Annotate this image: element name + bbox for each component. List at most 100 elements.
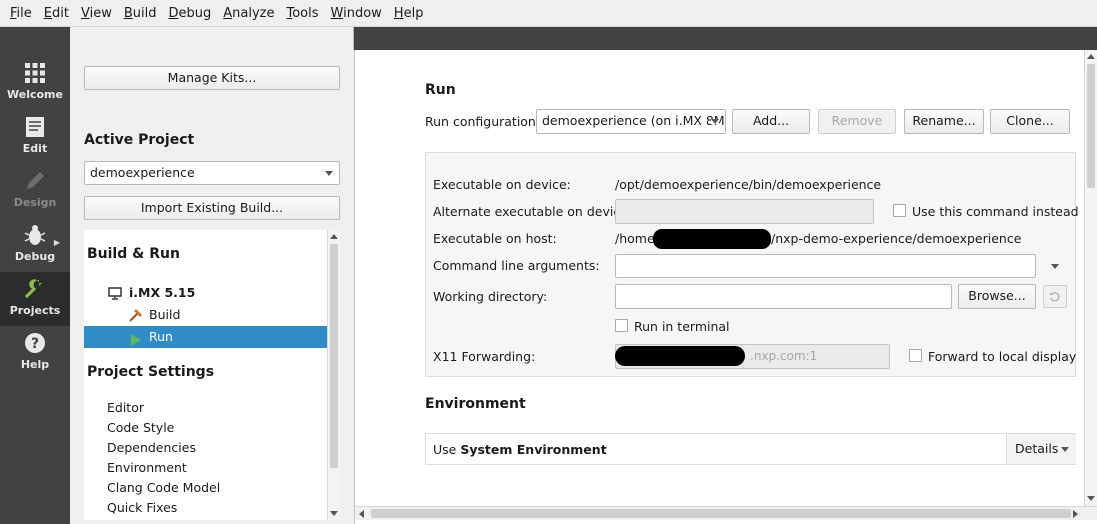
mode-projects[interactable]: Projects — [0, 272, 70, 326]
scroll-down-icon[interactable] — [1087, 496, 1095, 501]
settings-item-label: Clang Code Model — [107, 480, 221, 495]
menu-label-rest: ools — [292, 5, 319, 21]
mode-edit[interactable]: Edit — [0, 110, 70, 164]
manage-kits-button[interactable]: Manage Kits... — [84, 66, 340, 90]
svg-text:?: ? — [31, 336, 39, 352]
menu-view[interactable]: View — [75, 6, 118, 21]
scrollbar-thumb[interactable] — [330, 244, 338, 468]
browse-button[interactable]: Browse... — [958, 284, 1036, 309]
menu-tools[interactable]: Tools — [280, 6, 324, 21]
build-item-label: Build — [149, 307, 181, 322]
run-item-label: Run — [149, 329, 173, 344]
rename-config-button[interactable]: Rename... — [904, 109, 984, 134]
menu-label-rest: iew — [89, 5, 112, 21]
menu-label-rest: uild — [132, 5, 157, 21]
executable-on-host-label: Executable on host: — [433, 231, 557, 246]
scroll-left-icon[interactable] — [359, 510, 364, 518]
main-vertical-scrollbar[interactable] — [1084, 50, 1097, 506]
menu-help[interactable]: Help — [388, 6, 430, 21]
use-command-checkbox[interactable] — [893, 204, 906, 217]
mode-design-label: Design — [13, 196, 57, 209]
kit-name: i.MX 5.15 — [129, 285, 196, 300]
active-project-combo[interactable]: demoexperience — [84, 161, 340, 185]
document-icon — [0, 116, 70, 142]
scrollbar-thumb[interactable] — [1087, 64, 1095, 188]
scroll-up-icon[interactable] — [1087, 54, 1095, 59]
scrollbar-thumb[interactable] — [371, 509, 1071, 518]
environment-box: Use System Environment Details — [425, 433, 1076, 465]
run-in-terminal-label: Run in terminal — [634, 319, 730, 334]
settings-item-label: Environment — [107, 460, 187, 475]
scroll-up-icon[interactable] — [330, 234, 338, 239]
mode-help[interactable]: ? Help — [0, 326, 70, 380]
project-tree: Build & Run i.MX 5.15 Build Run Project … — [84, 230, 327, 520]
menu-label-rest: elp — [403, 5, 424, 21]
menu-mnemonic: V — [80, 5, 90, 21]
forward-to-local-display-checkbox[interactable] — [909, 349, 922, 362]
build-item[interactable]: Build — [84, 304, 327, 326]
import-existing-build-button[interactable]: Import Existing Build... — [84, 196, 340, 220]
wrench-icon — [0, 278, 70, 304]
project-settings-heading: Project Settings — [87, 364, 215, 380]
environment-details-button[interactable]: Details — [1006, 434, 1076, 464]
run-configuration-value: demoexperience (on i.MX 8M — [542, 113, 725, 128]
menu-label-rest: ile — [16, 5, 32, 21]
executable-on-host-suffix: /nxp-demo-experience/demoexperience — [771, 231, 1022, 246]
chevron-down-icon — [711, 119, 719, 124]
menu-file[interactable]: File — [4, 6, 38, 21]
pencil-icon — [0, 170, 70, 196]
settings-item-environment[interactable]: Environment — [84, 458, 327, 478]
run-settings-group: Executable on device: /opt/demoexperienc… — [425, 152, 1079, 377]
help-icon: ? — [0, 332, 70, 358]
menu-label-rest: indow — [343, 5, 382, 21]
settings-item-dependencies[interactable]: Dependencies — [84, 438, 327, 458]
run-in-terminal-checkbox[interactable] — [615, 319, 628, 332]
add-config-button[interactable]: Add... — [732, 109, 810, 134]
menu-window[interactable]: Window — [325, 6, 388, 21]
reset-icon[interactable] — [1043, 285, 1067, 308]
menu-mnemonic: A — [223, 5, 233, 21]
menu-debug[interactable]: Debug — [162, 6, 217, 21]
x11-forwarding-label: X11 Forwarding: — [433, 349, 536, 364]
settings-item-label: Quick Fixes — [107, 500, 178, 515]
run-settings-panel: Run Run configuration: demoexperience (o… — [355, 50, 1097, 524]
mode-debug[interactable]: ▶ Debug — [0, 218, 70, 272]
settings-item-editor[interactable]: Editor — [84, 398, 327, 418]
clone-config-button[interactable]: Clone... — [990, 109, 1070, 134]
run-configuration-combo[interactable]: demoexperience (on i.MX 8M — [536, 109, 726, 134]
settings-item-label: Dependencies — [107, 440, 196, 455]
mode-help-label: Help — [20, 358, 50, 371]
run-configuration-label: Run configuration: — [425, 114, 541, 129]
project-tree-scrollbar[interactable] — [327, 230, 340, 520]
working-directory-field[interactable] — [615, 284, 952, 309]
main-horizontal-scrollbar[interactable] — [355, 506, 1097, 520]
environment-use-value: System Environment — [460, 442, 607, 457]
settings-item-quick-fixes[interactable]: Quick Fixes — [84, 498, 327, 518]
mode-projects-label: Projects — [9, 304, 61, 317]
settings-item-label: Code Style — [107, 420, 175, 435]
alternate-executable-field[interactable] — [615, 199, 874, 224]
mode-design[interactable]: Design — [0, 164, 70, 218]
chevron-down-icon[interactable] — [1051, 264, 1059, 269]
menu-edit[interactable]: Edit — [38, 6, 75, 21]
chevron-right-icon: ▶ — [53, 238, 60, 247]
chevron-down-icon — [325, 171, 333, 176]
menu-build[interactable]: Build — [118, 6, 163, 21]
run-item[interactable]: Run — [84, 326, 327, 348]
left-panel-header — [70, 27, 354, 50]
remove-config-button[interactable]: Remove — [818, 109, 896, 134]
play-icon — [130, 331, 142, 353]
scroll-down-icon[interactable] — [330, 511, 338, 516]
mode-welcome[interactable]: Welcome — [0, 56, 70, 110]
mode-selector: Welcome Edit Design ▶ Debug Projects ? H… — [0, 50, 70, 524]
menu-analyze[interactable]: Analyze — [217, 6, 280, 21]
menu-mnemonic: E — [43, 5, 52, 21]
menu-bar: File Edit View Build Debug Analyze Tools Window… — [0, 0, 1097, 27]
settings-item-clang-code-model[interactable]: Clang Code Model — [84, 478, 327, 498]
scroll-right-icon[interactable] — [1073, 510, 1078, 518]
command-line-arguments-field[interactable] — [615, 254, 1036, 278]
project-navigation-panel: Manage Kits... Active Project demoexperi… — [70, 50, 355, 524]
kit-item[interactable]: i.MX 5.15 — [84, 282, 327, 304]
active-project-heading: Active Project — [84, 132, 195, 148]
settings-item-code-style[interactable]: Code Style — [84, 418, 327, 438]
